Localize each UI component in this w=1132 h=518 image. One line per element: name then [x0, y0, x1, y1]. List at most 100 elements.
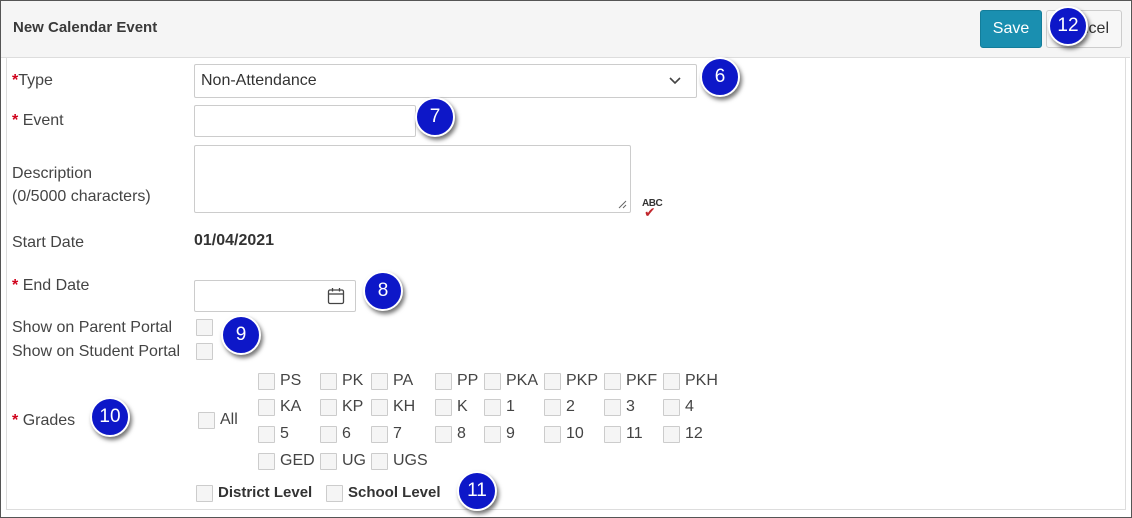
grade-label: PKA: [506, 372, 539, 389]
grade-label: 5: [280, 425, 289, 442]
grade-label: 11: [626, 425, 643, 442]
grades-label-text: Grades: [22, 412, 76, 429]
required-mark: *: [12, 277, 19, 294]
grade-checkbox[interactable]: [371, 426, 388, 443]
save-button-label: Save: [992, 20, 1030, 37]
callout-badge: 8: [363, 271, 403, 311]
calendar-icon[interactable]: [327, 287, 345, 305]
grade-label: K: [457, 398, 468, 415]
grade-checkbox[interactable]: [435, 373, 452, 390]
callout-badge: 7: [415, 97, 455, 137]
grade-checkbox[interactable]: [544, 399, 561, 416]
grade-label: UGS: [393, 452, 428, 469]
grade-label: PK: [342, 372, 364, 389]
grade-label: UG: [342, 452, 366, 469]
grade-checkbox[interactable]: [484, 373, 501, 390]
grade-label: 7: [393, 425, 402, 442]
type-select-value: Non-Attendance: [201, 72, 317, 89]
grade-checkbox[interactable]: [371, 399, 388, 416]
dialog-header: New Calendar Event: [1, 1, 1130, 58]
student-portal-label: Show on Student Portal: [12, 343, 181, 360]
grade-label: 9: [506, 425, 515, 442]
grade-label: PP: [457, 372, 479, 389]
spellcheck-icon[interactable]: ABC ✔: [642, 198, 663, 220]
chevron-down-icon: [668, 65, 682, 108]
grade-checkbox[interactable]: [663, 426, 680, 443]
grade-checkbox[interactable]: [320, 453, 337, 470]
grade-all-checkbox[interactable]: [198, 412, 215, 429]
grade-checkbox[interactable]: [320, 426, 337, 443]
grade-label: GED: [280, 452, 315, 469]
grade-checkbox[interactable]: [320, 399, 337, 416]
description-textarea[interactable]: [194, 145, 631, 213]
grade-label: 8: [457, 425, 466, 442]
school-level-label: School Level: [348, 484, 441, 501]
grade-checkbox[interactable]: [435, 426, 452, 443]
grade-label: PKP: [566, 372, 599, 389]
grade-label: 3: [626, 398, 635, 415]
resize-handle-icon[interactable]: [617, 199, 627, 209]
type-label: *Type: [12, 70, 53, 92]
start-date-label: Start Date: [12, 234, 85, 251]
parent-portal-checkbox[interactable]: [196, 319, 213, 336]
grade-checkbox[interactable]: [604, 399, 621, 416]
parent-portal-label: Show on Parent Portal: [12, 319, 173, 336]
grade-label: KH: [393, 398, 416, 415]
callout-badge: 9: [221, 315, 261, 355]
grade-label: 6: [342, 425, 351, 442]
district-level-checkbox[interactable]: [196, 485, 213, 502]
type-select[interactable]: Non-Attendance: [194, 64, 697, 98]
school-level-checkbox[interactable]: [326, 485, 343, 502]
event-label: * Event: [12, 110, 64, 132]
required-mark: *: [12, 412, 19, 429]
grade-checkbox[interactable]: [258, 399, 275, 416]
save-button[interactable]: Save: [980, 10, 1042, 48]
grade-checkbox[interactable]: [320, 373, 337, 390]
grade-label: 12: [685, 425, 703, 442]
grades-label: * Grades: [12, 410, 75, 432]
student-portal-checkbox[interactable]: [196, 343, 213, 360]
grade-checkbox[interactable]: [663, 399, 680, 416]
callout-badge: 10: [90, 397, 130, 437]
grade-label: 10: [566, 425, 584, 442]
event-label-text: Event: [22, 112, 64, 129]
page-title: New Calendar Event: [13, 19, 158, 36]
grade-checkbox[interactable]: [371, 453, 388, 470]
grade-checkbox[interactable]: [544, 373, 561, 390]
grade-label: KP: [342, 398, 364, 415]
checkmark-icon: ✔: [644, 204, 656, 220]
description-counter: (0/5000 characters): [12, 188, 151, 205]
grade-checkbox[interactable]: [258, 373, 275, 390]
callout-badge: 11: [457, 471, 497, 511]
grade-checkbox[interactable]: [484, 426, 501, 443]
end-date-input[interactable]: [194, 280, 356, 312]
grade-label: KA: [280, 398, 302, 415]
grade-checkbox[interactable]: [604, 373, 621, 390]
start-date-value: 01/04/2021: [194, 232, 275, 249]
grade-checkbox[interactable]: [371, 373, 388, 390]
grade-label: 4: [685, 398, 694, 415]
end-date-label-text: End Date: [22, 277, 90, 294]
grade-label: 1: [506, 398, 515, 415]
grade-label: PKF: [626, 372, 658, 389]
grade-checkbox[interactable]: [258, 453, 275, 470]
grade-label: PS: [280, 372, 302, 389]
grade-checkbox[interactable]: [435, 399, 452, 416]
event-input[interactable]: [194, 105, 416, 137]
callout-badge: 6: [700, 57, 740, 97]
grade-checkbox[interactable]: [663, 373, 680, 390]
type-label-text: Type: [18, 72, 53, 89]
grade-checkbox[interactable]: [258, 426, 275, 443]
end-date-label: * End Date: [12, 275, 89, 297]
district-level-label: District Level: [218, 484, 313, 501]
required-mark: *: [12, 112, 19, 129]
grade-checkbox[interactable]: [604, 426, 621, 443]
grade-all-label: All: [220, 411, 238, 428]
grade-label: PKH: [685, 372, 718, 389]
description-label: Description: [12, 165, 93, 182]
grade-label: PA: [393, 372, 414, 389]
grade-checkbox[interactable]: [544, 426, 561, 443]
grade-checkbox[interactable]: [484, 399, 501, 416]
grade-label: 2: [566, 398, 575, 415]
callout-badge: 12: [1048, 6, 1088, 46]
